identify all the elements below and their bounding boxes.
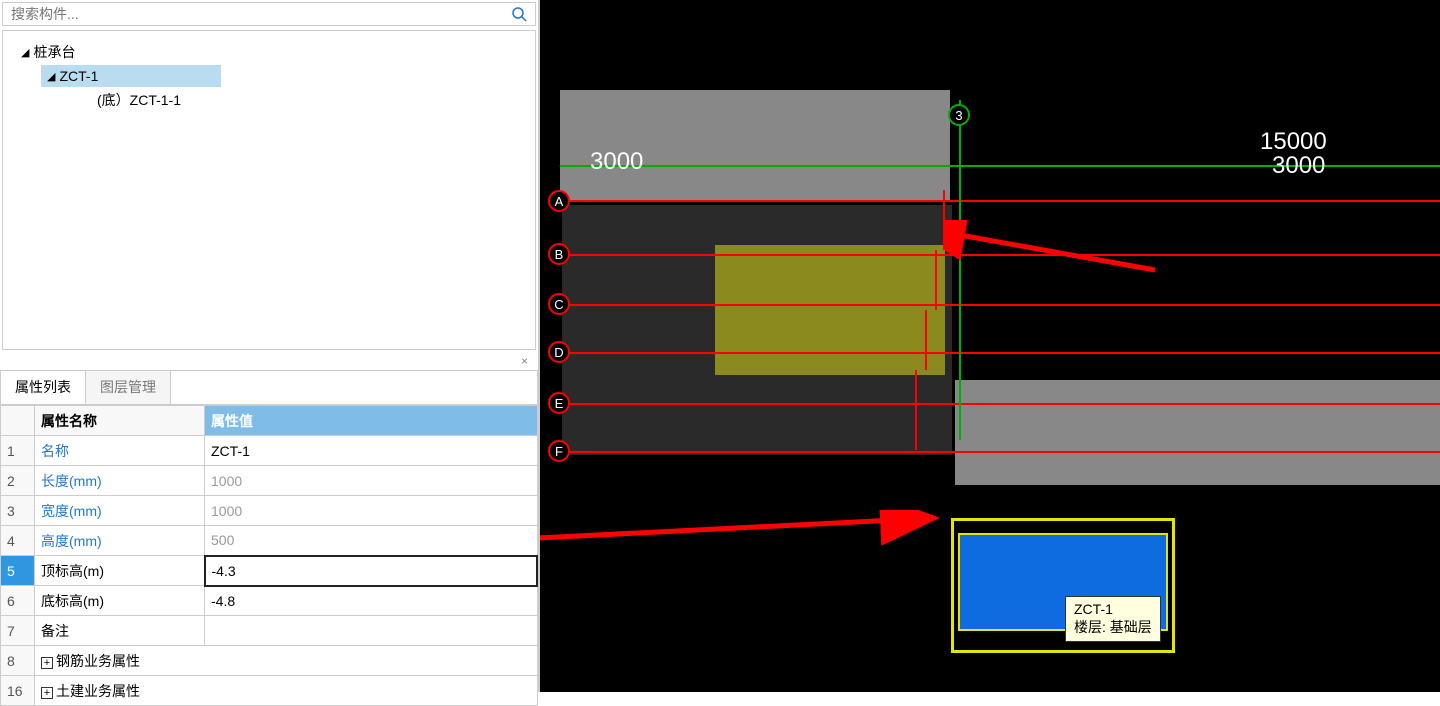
prop-name-cell: 备注 xyxy=(35,616,205,646)
table-row[interactable]: 3宽度(mm)1000 xyxy=(1,496,538,526)
prop-value-cell[interactable]: 500 xyxy=(205,526,538,556)
tree-root-label: 桩承台 xyxy=(33,42,75,62)
caret-icon: ◢ xyxy=(47,70,55,83)
prop-name-cell: 高度(mm) xyxy=(35,526,205,556)
prop-value-cell[interactable] xyxy=(205,616,538,646)
left-panel: ◢ 桩承台 ◢ ZCT-1 (底）ZCT-1-1 × 属性列表 图层管理 属性名… xyxy=(0,0,540,692)
close-button[interactable]: × xyxy=(0,352,538,370)
grid-line xyxy=(560,304,1440,306)
prop-value-cell[interactable]: 1000 xyxy=(205,496,538,526)
tree-item-zct1[interactable]: ◢ ZCT-1 xyxy=(41,65,221,87)
table-row[interactable]: 6底标高(m)-4.8 xyxy=(1,586,538,616)
axis-marker-D: D xyxy=(548,341,570,363)
table-row[interactable]: 1名称ZCT-1 xyxy=(1,436,538,466)
tab-layers[interactable]: 图层管理 xyxy=(86,371,171,404)
expand-icon[interactable]: + xyxy=(41,657,53,669)
tab-bar: 属性列表 图层管理 xyxy=(0,370,538,405)
grid-line xyxy=(935,250,937,310)
axis-marker-F: F xyxy=(548,440,570,462)
tooltip-floor: 楼层: 基础层 xyxy=(1074,617,1152,637)
table-row[interactable]: 2长度(mm)1000 xyxy=(1,466,538,496)
row-number: 5 xyxy=(1,556,35,586)
model-block xyxy=(955,380,1440,485)
search-bar[interactable] xyxy=(2,2,536,26)
prop-name-cell: 底标高(m) xyxy=(35,586,205,616)
row-number: 1 xyxy=(1,436,35,466)
axis-marker-B: B xyxy=(548,243,570,265)
table-row[interactable]: 8+钢筋业务属性 xyxy=(1,646,538,676)
tree-item-label: (底）ZCT-1-1 xyxy=(97,92,181,108)
prop-name-cell: 长度(mm) xyxy=(35,466,205,496)
prop-name-cell: 宽度(mm) xyxy=(35,496,205,526)
component-tree: ◢ 桩承台 ◢ ZCT-1 (底）ZCT-1-1 xyxy=(2,30,536,350)
table-row[interactable]: 7备注 xyxy=(1,616,538,646)
grid-line xyxy=(560,352,1440,354)
model-viewport[interactable]: 3 A B C D E F 3000 15000 3000 ZCT-1 楼层: … xyxy=(540,0,1440,692)
model-block-olive[interactable] xyxy=(715,245,945,375)
grid-line xyxy=(560,403,1440,405)
row-number: 6 xyxy=(1,586,35,616)
axis-marker-3: 3 xyxy=(948,104,970,126)
grid-line xyxy=(915,370,917,450)
dimension-label: 3000 xyxy=(590,148,643,176)
search-icon[interactable] xyxy=(511,6,527,22)
arrow-annotation xyxy=(945,220,1165,280)
table-row[interactable]: 16+土建业务属性 xyxy=(1,676,538,706)
grid-line xyxy=(560,254,1440,256)
search-input[interactable] xyxy=(11,6,511,22)
row-number: 16 xyxy=(1,676,35,706)
tree-item-zct1-1[interactable]: (底）ZCT-1-1 xyxy=(91,87,527,113)
prop-value-cell[interactable]: -4.8 xyxy=(205,586,538,616)
table-row[interactable]: 4高度(mm)500 xyxy=(1,526,538,556)
axis-marker-A: A xyxy=(548,190,570,212)
grid-line xyxy=(959,100,961,440)
header-blank xyxy=(1,406,35,436)
grid-line xyxy=(560,451,1440,453)
property-table: 属性名称 属性值 1名称ZCT-12长度(mm)10003宽度(mm)10004… xyxy=(0,405,538,706)
prop-value-cell[interactable]: 1000 xyxy=(205,466,538,496)
row-number: 2 xyxy=(1,466,35,496)
axis-marker-E: E xyxy=(548,392,570,414)
header-propname: 属性名称 xyxy=(35,406,205,436)
row-number: 8 xyxy=(1,646,35,676)
row-number: 7 xyxy=(1,616,35,646)
grid-line xyxy=(560,200,1440,202)
tab-properties[interactable]: 属性列表 xyxy=(1,371,86,404)
tree-root[interactable]: ◢ 桩承台 xyxy=(21,39,527,65)
row-number: 3 xyxy=(1,496,35,526)
tooltip-name: ZCT-1 xyxy=(1074,601,1152,617)
dimension-label: 3000 xyxy=(1272,152,1325,180)
prop-name-cell: +土建业务属性 xyxy=(35,676,538,706)
header-propvalue: 属性值 xyxy=(205,406,538,436)
model-block xyxy=(560,90,950,200)
prop-value-cell[interactable]: ZCT-1 xyxy=(205,436,538,466)
prop-name-cell: +钢筋业务属性 xyxy=(35,646,538,676)
tree-item-label: ZCT-1 xyxy=(59,68,98,84)
grid-line xyxy=(943,190,945,250)
prop-value-cell[interactable]: -4.3 xyxy=(205,556,538,586)
component-tooltip: ZCT-1 楼层: 基础层 xyxy=(1065,596,1161,642)
row-number: 4 xyxy=(1,526,35,556)
axis-marker-C: C xyxy=(548,293,570,315)
table-row[interactable]: 5顶标高(m)-4.3 xyxy=(1,556,538,586)
arrow-annotation xyxy=(540,510,955,570)
caret-icon: ◢ xyxy=(21,46,29,59)
prop-name-cell: 顶标高(m) xyxy=(35,556,205,586)
prop-name-cell: 名称 xyxy=(35,436,205,466)
expand-icon[interactable]: + xyxy=(41,687,53,699)
grid-line xyxy=(925,310,927,370)
